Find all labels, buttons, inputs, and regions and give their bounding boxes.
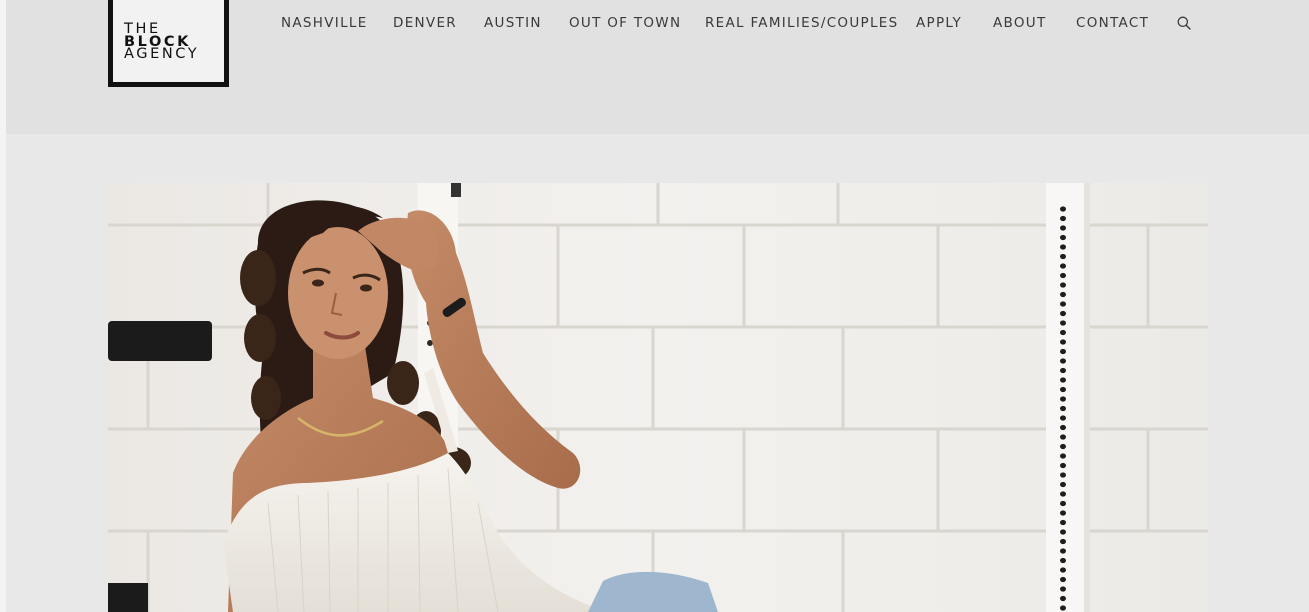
page: THE BLOCK AGENCY NASHVILLE DENVER AUSTIN… (0, 0, 1309, 612)
rack-hole (1060, 234, 1066, 241)
rack-hole (1060, 405, 1066, 412)
nav-item-apply[interactable]: APPLY (916, 15, 962, 31)
rack-hole (1060, 491, 1066, 497)
rack-hole (1060, 329, 1066, 336)
search-icon[interactable] (1177, 16, 1191, 30)
site-logo[interactable]: THE BLOCK AGENCY (108, 0, 229, 87)
rack-hole (1060, 538, 1066, 545)
nav-item-about[interactable]: ABOUT (993, 15, 1047, 31)
rack-hole (1060, 301, 1066, 307)
rack-hole (1060, 263, 1066, 269)
rack-hole (1060, 481, 1066, 488)
site-header: THE BLOCK AGENCY NASHVILLE DENVER AUSTIN… (6, 0, 1309, 134)
rack-hole (1060, 320, 1066, 326)
rack-hole (1060, 367, 1066, 374)
nav-item-nashville[interactable]: NASHVILLE (281, 15, 368, 31)
nav-item-austin[interactable]: AUSTIN (484, 15, 542, 31)
rack-hole (1060, 548, 1066, 554)
rack-hole (1060, 339, 1066, 345)
rack-hole (1060, 529, 1066, 535)
rack-hole (1060, 605, 1066, 611)
rack-hole (1060, 348, 1066, 355)
rack-hole (1060, 206, 1066, 212)
rack-hole (1060, 225, 1066, 231)
rack-hole (1060, 377, 1066, 383)
rack-hole (1060, 510, 1066, 516)
rack-hole (1060, 462, 1066, 469)
model-photo (108, 183, 1208, 612)
logo-line-3: AGENCY (124, 46, 200, 62)
nav-item-contact[interactable]: CONTACT (1076, 15, 1149, 31)
rack-hole (1060, 595, 1066, 602)
nav-item-real-families-couples[interactable]: REAL FAMILIES/COUPLES (705, 15, 899, 31)
rack-hole (1060, 567, 1066, 573)
nav-item-denver[interactable]: DENVER (393, 15, 457, 31)
nav-item-out-of-town[interactable]: OUT OF TOWN (569, 15, 681, 31)
rack-hole (1060, 519, 1066, 526)
rack-hole (1060, 453, 1066, 459)
rack-hole (1060, 500, 1066, 507)
rack-hole (1060, 443, 1066, 450)
rack-hole (1060, 310, 1066, 317)
rack-hole (1060, 386, 1066, 393)
rack-hole (1060, 434, 1066, 440)
hero-image (108, 183, 1208, 612)
rack-hole (1060, 424, 1066, 431)
rack-hole (1060, 557, 1066, 564)
rack-hole (1060, 282, 1066, 288)
rack-hole (1060, 272, 1066, 279)
rack-hole (1060, 586, 1066, 592)
rack-hole (1060, 415, 1066, 421)
rack-hole (1060, 215, 1066, 222)
rack-hole (1060, 576, 1066, 583)
rack-hole (1060, 244, 1066, 250)
rack-hole (1060, 253, 1066, 260)
rack-hole (1060, 358, 1066, 364)
rack-hole (1060, 396, 1066, 402)
rack-hole (1060, 291, 1066, 298)
rack-hole (1060, 472, 1066, 478)
